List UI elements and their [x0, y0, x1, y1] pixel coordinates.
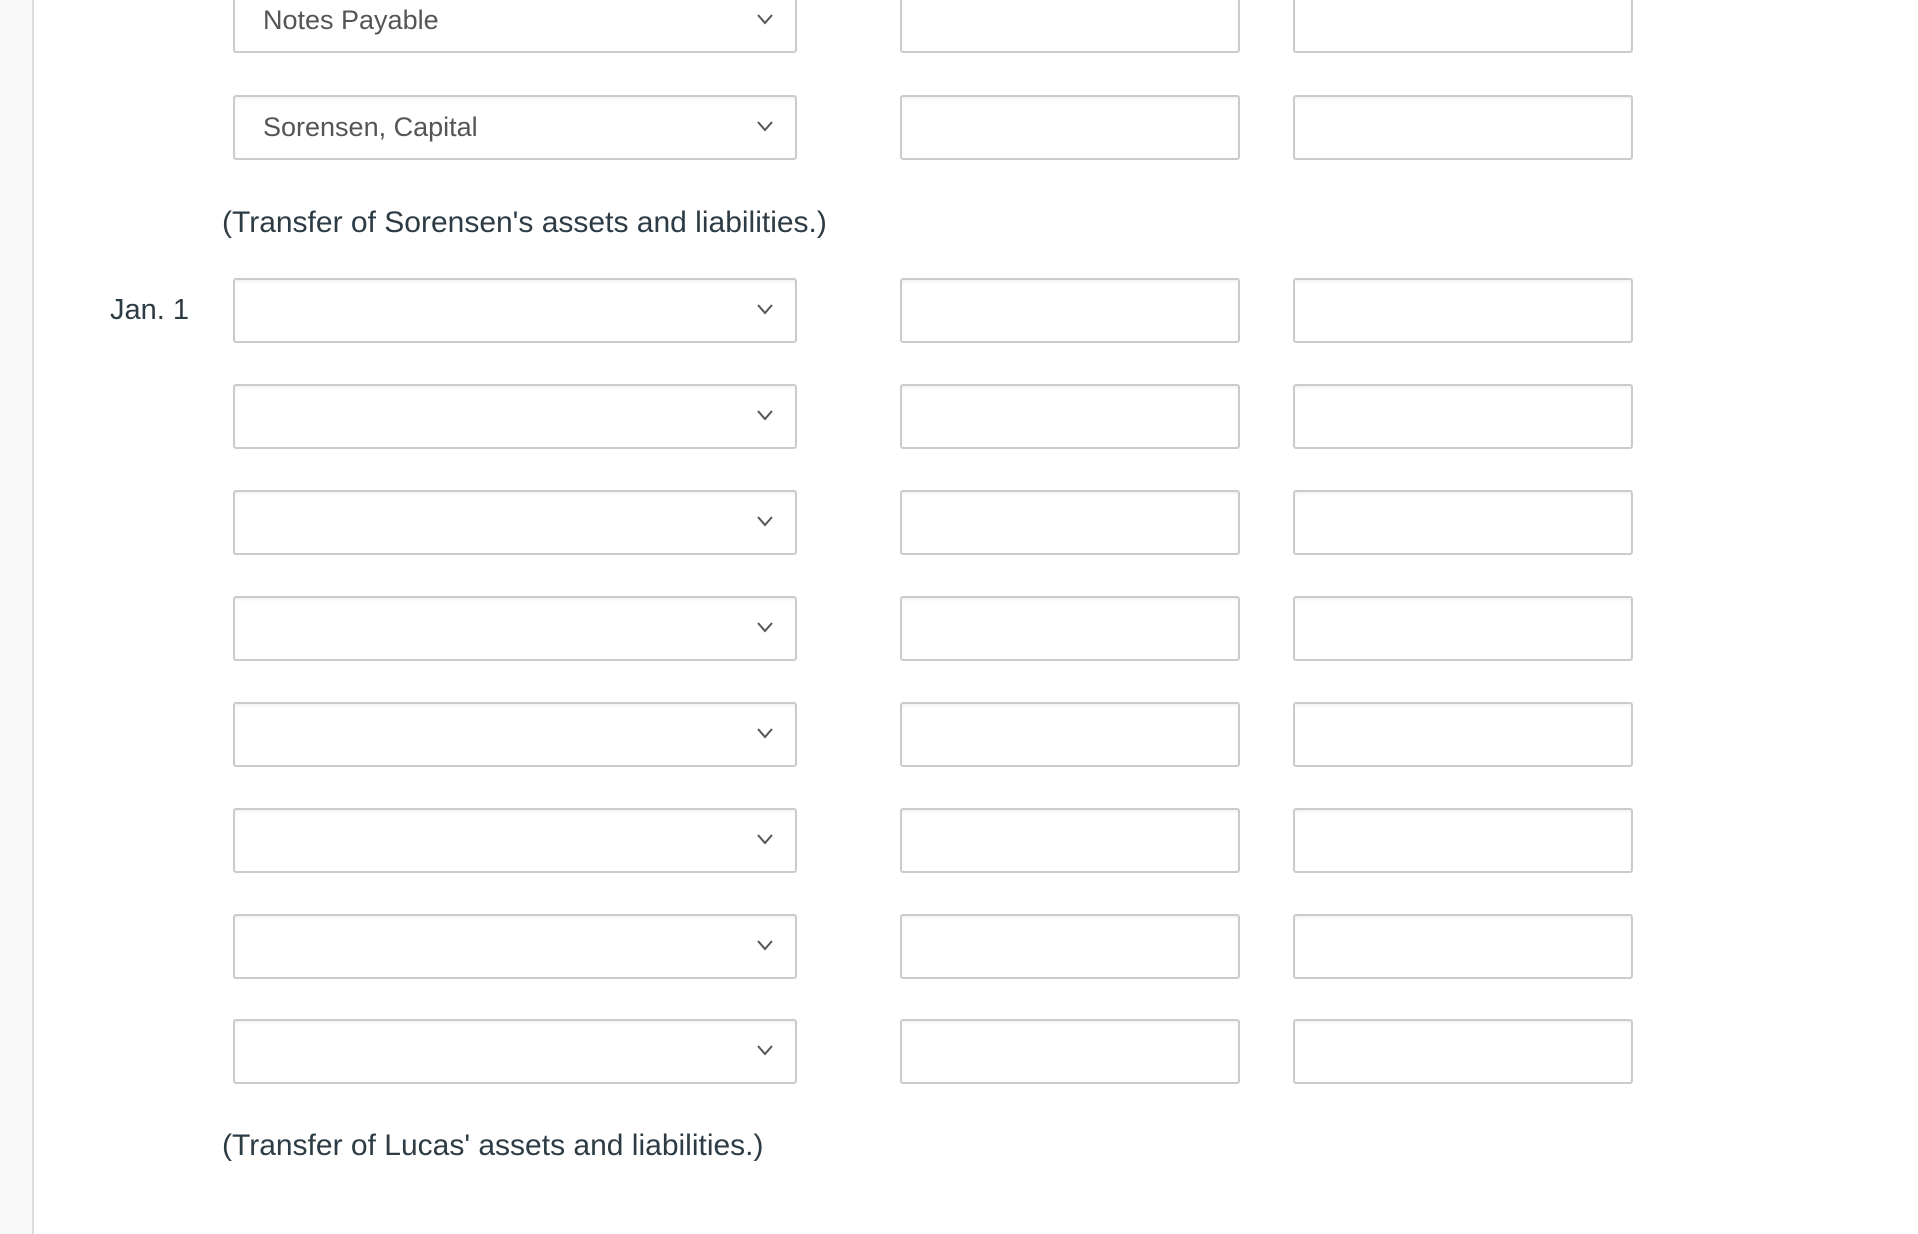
credit-input[interactable] — [1293, 596, 1633, 661]
chevron-down-icon — [757, 938, 773, 951]
journal-row: Sorensen, Capital — [0, 95, 1918, 160]
chevron-down-icon — [757, 302, 773, 315]
account-select[interactable] — [233, 702, 797, 767]
credit-input[interactable] — [1293, 702, 1633, 767]
debit-input[interactable] — [900, 596, 1240, 661]
credit-input[interactable] — [1293, 278, 1633, 343]
journal-row: Notes Payable — [0, 0, 1918, 53]
debit-input[interactable] — [900, 278, 1240, 343]
debit-input[interactable] — [900, 702, 1240, 767]
account-select[interactable] — [233, 278, 797, 343]
account-select[interactable] — [233, 490, 797, 555]
chevron-down-icon — [757, 1043, 773, 1056]
entry-annotation: (Transfer of Lucas' assets and liabiliti… — [222, 1129, 764, 1162]
debit-input[interactable] — [900, 95, 1240, 160]
journal-row: Jan. 1 — [0, 278, 1918, 343]
debit-input[interactable] — [900, 914, 1240, 979]
credit-input[interactable] — [1293, 914, 1633, 979]
account-select[interactable] — [233, 914, 797, 979]
journal-row — [0, 808, 1918, 873]
credit-input[interactable] — [1293, 95, 1633, 160]
chevron-down-icon — [757, 726, 773, 739]
account-select-value: Notes Payable — [263, 5, 439, 35]
chevron-down-icon — [757, 408, 773, 421]
credit-input[interactable] — [1293, 808, 1633, 873]
journal-row — [0, 1019, 1918, 1084]
credit-input[interactable] — [1293, 384, 1633, 449]
journal-row — [0, 384, 1918, 449]
account-select-value: Sorensen, Capital — [263, 112, 478, 142]
journal-row — [0, 490, 1918, 555]
entry-annotation: (Transfer of Sorensen's assets and liabi… — [222, 206, 827, 239]
credit-input[interactable] — [1293, 490, 1633, 555]
chevron-down-icon — [757, 832, 773, 845]
journal-row — [0, 702, 1918, 767]
journal-row — [0, 914, 1918, 979]
credit-input[interactable] — [1293, 1019, 1633, 1084]
account-select[interactable] — [233, 384, 797, 449]
account-select[interactable] — [233, 1019, 797, 1084]
account-select[interactable] — [233, 808, 797, 873]
credit-input[interactable] — [1293, 0, 1633, 53]
debit-input[interactable] — [900, 1019, 1240, 1084]
debit-input[interactable] — [900, 490, 1240, 555]
account-select[interactable] — [233, 596, 797, 661]
debit-input[interactable] — [900, 808, 1240, 873]
chevron-down-icon — [757, 12, 773, 25]
account-select[interactable]: Sorensen, Capital — [233, 95, 797, 160]
chevron-down-icon — [757, 620, 773, 633]
chevron-down-icon — [757, 514, 773, 527]
date-label: Jan. 1 — [110, 294, 189, 326]
chevron-down-icon — [757, 119, 773, 132]
debit-input[interactable] — [900, 0, 1240, 53]
debit-input[interactable] — [900, 384, 1240, 449]
journal-row — [0, 596, 1918, 661]
account-select[interactable]: Notes Payable — [233, 0, 797, 53]
